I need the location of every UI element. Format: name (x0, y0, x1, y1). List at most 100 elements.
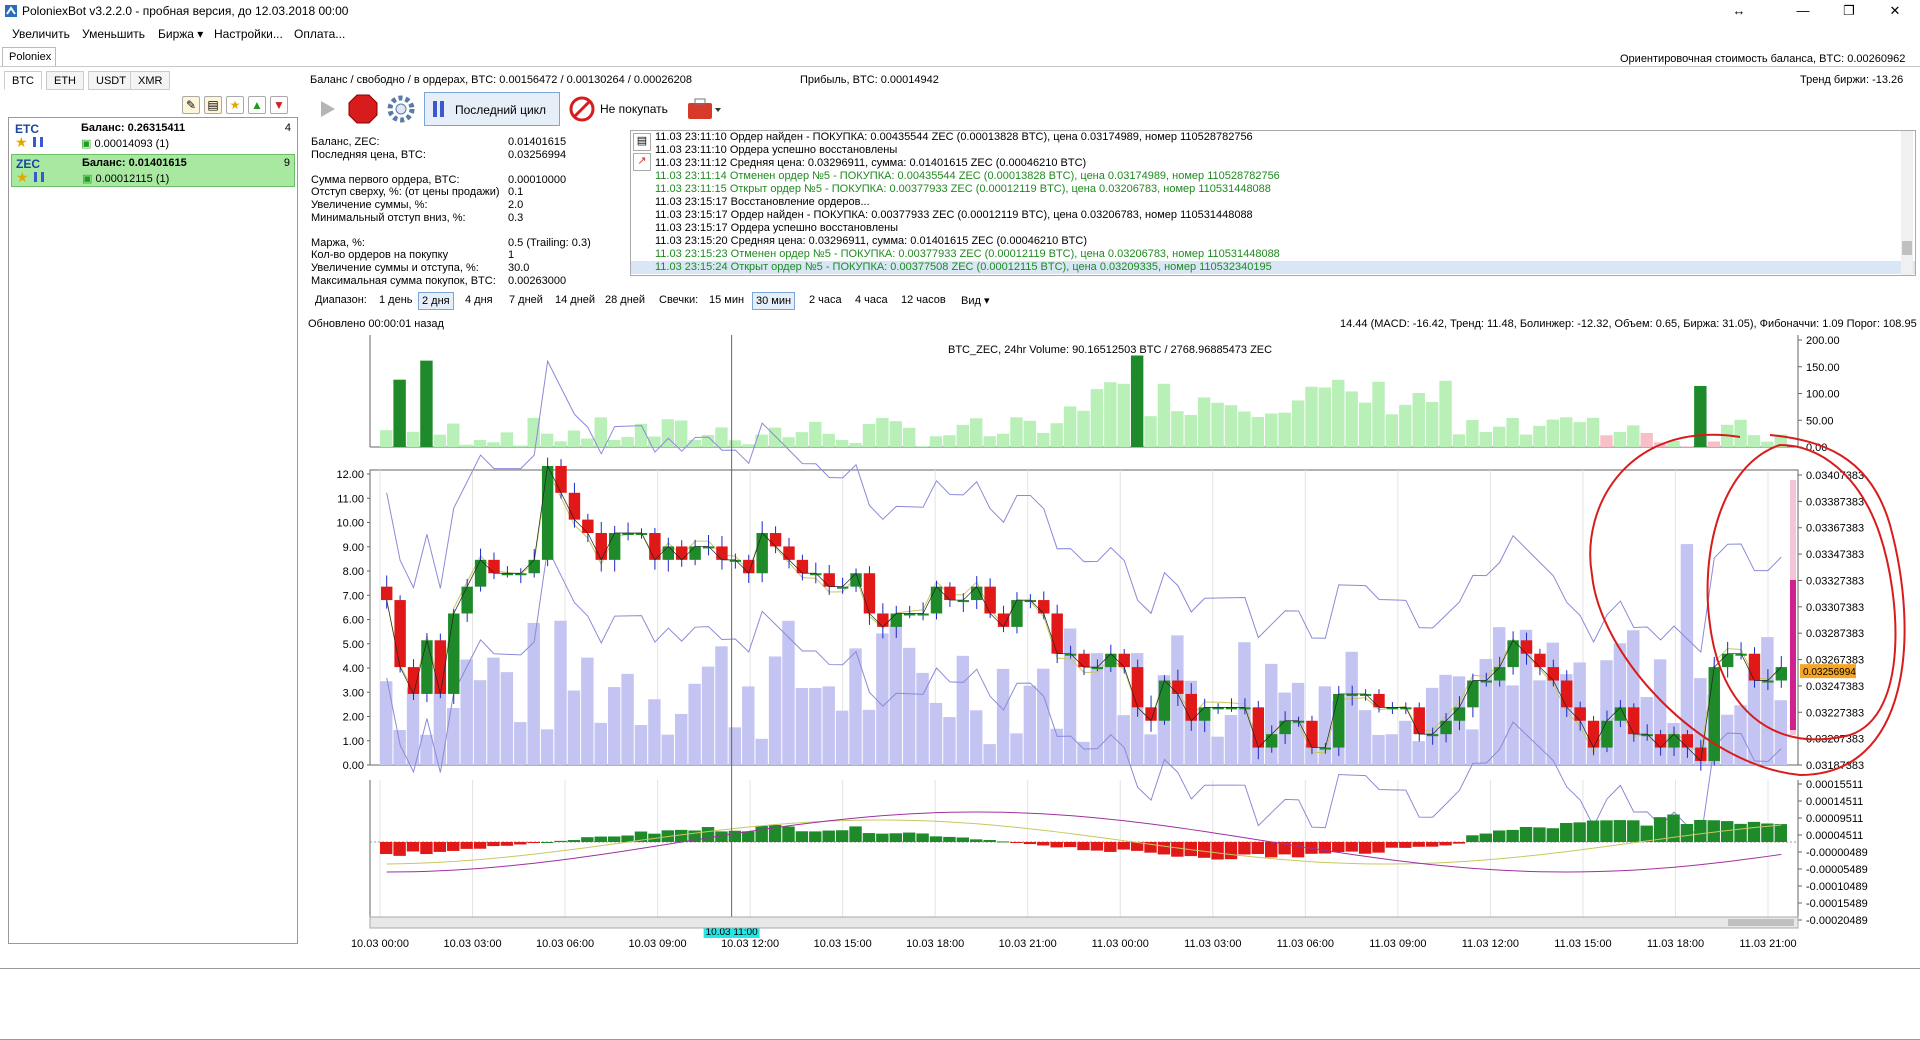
tab-xmr[interactable]: XMR (130, 71, 171, 90)
score-bar (393, 379, 406, 447)
macd-bar (1211, 842, 1224, 860)
macd-bar (1037, 842, 1050, 846)
ranges-option[interactable]: 7 дней (506, 292, 546, 308)
coin-order: ▣ 0.00014093 (1) (81, 137, 169, 150)
candle-body (1413, 707, 1425, 735)
notes-icon[interactable]: ✎ (182, 96, 200, 114)
info-value: 0.5 (Trailing: 0.3) (508, 236, 591, 249)
candle-body (1628, 707, 1640, 735)
tab-eth[interactable]: ETH (46, 71, 84, 90)
menu-exchange[interactable]: Биржа ▾ (158, 27, 203, 41)
macd-bar (487, 842, 500, 847)
score-bar (554, 441, 567, 447)
score-bar (728, 440, 742, 447)
score-bar (1144, 416, 1157, 447)
close-button[interactable]: ✕ (1872, 0, 1918, 23)
pause-icon (433, 101, 444, 117)
volume-bar (1627, 630, 1640, 765)
volume-bar (1077, 741, 1090, 765)
info-label: Максимальная сумма покупок, BTC: (311, 274, 496, 287)
volume-bar (393, 729, 406, 765)
ranges-option[interactable]: 2 дня (418, 292, 454, 310)
log-doc-icon[interactable]: ▤ (633, 133, 651, 151)
volume-bar (514, 722, 527, 765)
volume-bar (1533, 680, 1546, 765)
score-bar (473, 439, 487, 447)
log-entry: 11.03 23:15:23 Отменен ордер №5 - ПОКУПК… (655, 248, 1280, 260)
price-chart[interactable]: 200.00 150.00 100.00 50.00 0.00 12.00 11.00 10.… (300, 335, 1910, 965)
ranges-option[interactable]: 14 дней (552, 292, 598, 308)
dont-buy-button[interactable]: Не покупать (566, 92, 676, 126)
volume-bar (688, 683, 701, 765)
tab-usdt[interactable]: USDT (88, 71, 134, 90)
settings-gear-icon[interactable] (384, 92, 418, 126)
macd-bar (567, 840, 581, 842)
macd-bar (1640, 825, 1653, 842)
indicator-summary: 14.44 (MACD: -16.42, Тренд: 11.48, Болин… (1340, 318, 1917, 330)
restore-size-icon[interactable]: ↔ (1716, 0, 1762, 23)
last-cycle-button[interactable]: Последний цикл (424, 92, 560, 126)
coin-item-etc[interactable]: ETC Баланс: 0.26315411 ★ ▣ 0.00014093 (1… (11, 120, 295, 153)
macd-bar (1586, 820, 1600, 842)
info-label: Минимальный отступ вниз, %: (311, 211, 466, 224)
coin-item-zec[interactable]: ZEC Баланс: 0.01401615 ★ ▣ 0.00012115 (1… (11, 154, 295, 187)
ranges-option[interactable]: 1 день (376, 292, 416, 308)
candle-body (1561, 680, 1573, 708)
tab-btc[interactable]: BTC (4, 71, 42, 90)
view-menu[interactable]: Вид ▾ (958, 292, 992, 309)
candle-body (890, 613, 902, 627)
score-bar (809, 421, 822, 447)
score-bar (1385, 414, 1399, 447)
candles-option[interactable]: 4 часа (852, 292, 891, 308)
arrow-down-icon[interactable]: ▼ (270, 96, 288, 114)
volume-bar (715, 646, 728, 765)
macd-bar (889, 833, 902, 842)
tab-poloniex[interactable]: Poloniex (2, 47, 56, 67)
maximize-button[interactable]: ❐ (1826, 0, 1872, 23)
price-tick-label: 0.03387383 (1806, 496, 1864, 508)
info-value: 30.0 (508, 262, 530, 274)
candles-option[interactable]: 2 часа (806, 292, 845, 308)
score-bar (983, 436, 996, 447)
volume-bar (487, 657, 500, 765)
log-chart-icon[interactable]: ↗ (633, 153, 651, 171)
macd-bar (1506, 829, 1519, 842)
ranges-option[interactable]: 28 дней (602, 292, 648, 308)
score-bar (1694, 385, 1707, 447)
volume-bar (1761, 637, 1774, 765)
left-tick-label: 11.00 (337, 493, 364, 505)
candle-body (1587, 720, 1600, 748)
star-icon[interactable]: ★ (226, 96, 244, 114)
x-tick-label: 11.03 15:00 (1554, 938, 1611, 950)
play-button[interactable] (312, 92, 342, 126)
candle-body (1198, 707, 1211, 721)
menu-payment[interactable]: Оплата... (294, 27, 345, 41)
x-tick-label: 10.03 21:00 (999, 938, 1057, 950)
x-tick-label: 11.03 12:00 (1462, 938, 1519, 950)
menu-zoom-in[interactable]: Увеличить (12, 27, 70, 41)
coin-list: ETC Баланс: 0.26315411 ★ ▣ 0.00014093 (1… (8, 117, 298, 944)
score-bar (621, 437, 634, 447)
left-tick-label: 9.00 (343, 542, 364, 554)
candle-body (448, 613, 460, 694)
candles-option[interactable]: 30 мин (752, 292, 796, 310)
candles-option[interactable]: 12 часов (898, 292, 949, 308)
macd-tick-label: 0.00014511 (1806, 796, 1863, 808)
updated-status: Обновлено 00:00:01 назад (308, 318, 444, 330)
minimize-button[interactable]: — (1780, 0, 1826, 23)
toolbox-icon[interactable] (684, 92, 724, 126)
macd-bar (447, 842, 460, 851)
ranges-option[interactable]: 4 дня (462, 292, 496, 308)
candles-option[interactable]: 15 мин (706, 292, 747, 308)
score-bar (1627, 425, 1640, 447)
menu-zoom-out[interactable]: Уменьшить (82, 27, 145, 41)
volume-bar (902, 647, 916, 765)
score-bar (1439, 380, 1452, 447)
menu-settings[interactable]: Настройки... (214, 27, 283, 41)
arrow-up-icon[interactable]: ▲ (248, 96, 266, 114)
macd-bar (916, 833, 929, 842)
folder-icon[interactable]: ▤ (204, 96, 222, 114)
stop-button[interactable] (346, 92, 380, 126)
log-scrollbar[interactable] (1901, 131, 1913, 275)
score-bar (514, 445, 527, 447)
